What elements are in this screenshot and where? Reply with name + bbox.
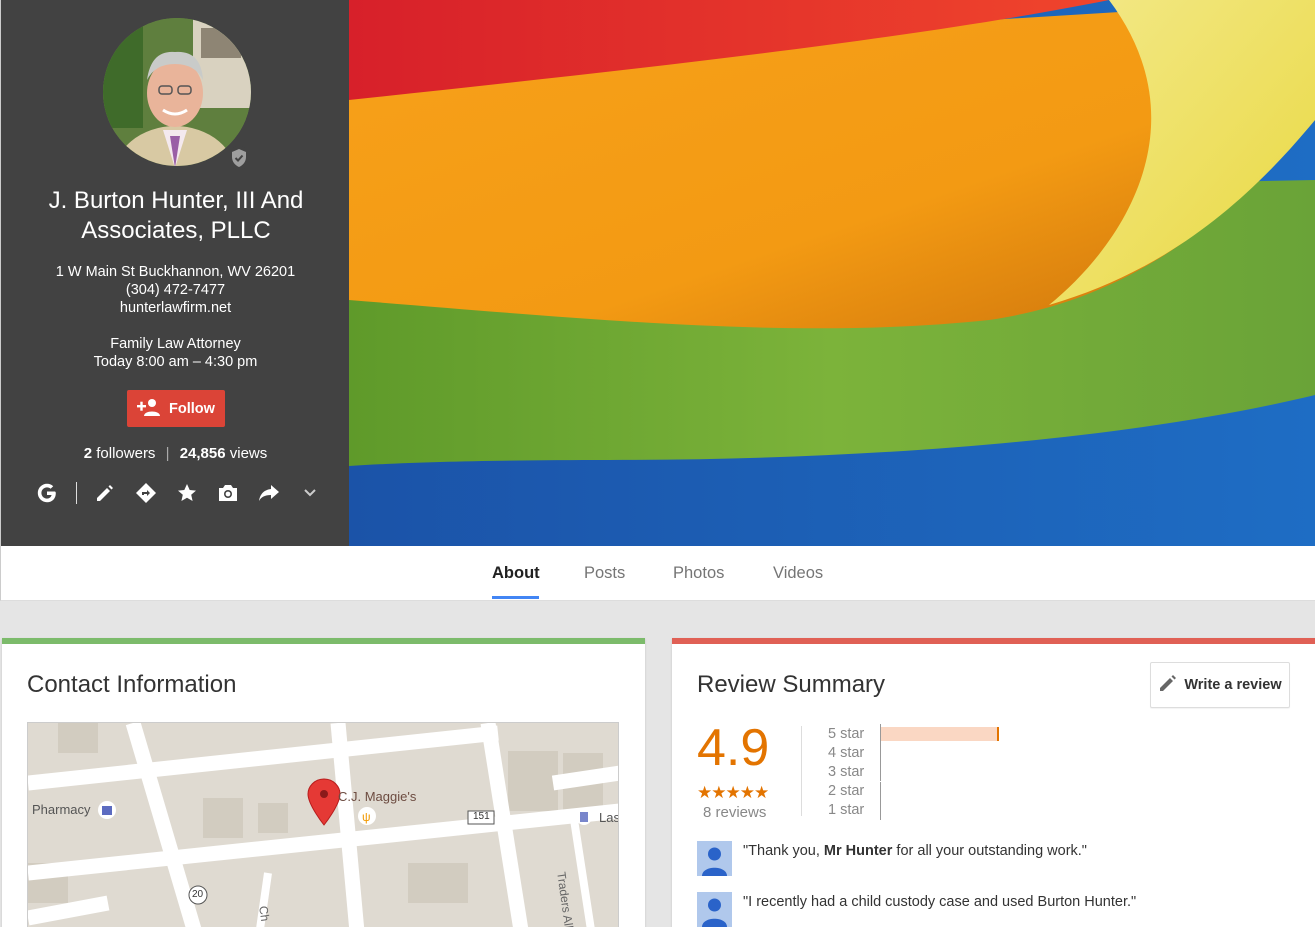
tab-photos[interactable]: Photos: [673, 564, 724, 583]
rating-label: 3 star: [828, 763, 865, 780]
review-quote: "Thank you, Mr Hunter for all your outst…: [743, 843, 1087, 859]
share-icon[interactable]: [255, 479, 283, 507]
review-snippet[interactable]: "I recently had a child custody case and…: [697, 892, 1136, 927]
followers-label[interactable]: followers: [96, 445, 155, 462]
active-tab-indicator: [492, 596, 539, 599]
directions-icon[interactable]: [132, 479, 160, 507]
business-address[interactable]: 1 W Main St Buckhannon, WV 26201: [1, 263, 350, 281]
map-label-las[interactable]: Las: [599, 810, 618, 825]
profile-stats: 2 followers | 24,856 views: [1, 445, 350, 462]
rating-row-1[interactable]: 1 star: [828, 800, 1040, 820]
profile-avatar[interactable]: [103, 18, 251, 166]
tab-bar: About Posts Photos Videos: [0, 546, 1315, 601]
rating-bar: [880, 762, 1040, 782]
rating-bar: [880, 781, 1040, 801]
rating-label: 1 star: [828, 802, 865, 819]
profile-header: J. Burton Hunter, III And Associates, PL…: [0, 0, 1315, 546]
business-phone[interactable]: (304) 472-7477: [1, 281, 350, 299]
location-map[interactable]: ψ Pharmacy C.J. Maggie's 151 20 Las Trad…: [27, 722, 619, 927]
tab-about[interactable]: About: [492, 564, 540, 583]
follow-label: Follow: [169, 400, 215, 417]
average-rating: 4.9: [697, 719, 770, 777]
business-website[interactable]: hunterlawfirm.net: [1, 299, 350, 317]
profile-panel: J. Burton Hunter, III And Associates, PL…: [0, 0, 349, 546]
rating-bar: [880, 743, 1040, 763]
rating-bar-fill: [881, 727, 1000, 742]
review-snippet[interactable]: "Thank you, Mr Hunter for all your outst…: [697, 841, 1087, 876]
contact-title: Contact Information: [27, 671, 237, 698]
camera-icon[interactable]: [214, 479, 242, 507]
review-quote: "I recently had a child custody case and…: [743, 894, 1137, 910]
review-count[interactable]: 8 reviews: [703, 804, 766, 821]
followers-count: 2: [83, 445, 93, 462]
add-person-icon: [137, 398, 161, 420]
map-label-pharmacy[interactable]: Pharmacy: [32, 802, 91, 817]
rating-divider: [801, 726, 802, 816]
tab-videos[interactable]: Videos: [773, 564, 823, 583]
reviewer-avatar-icon: [697, 892, 732, 927]
rating-row-2[interactable]: 2 star: [828, 781, 1040, 801]
map-label-place[interactable]: C.J. Maggie's: [338, 789, 416, 804]
google-icon[interactable]: [33, 479, 61, 507]
actions-divider: [76, 482, 77, 504]
rating-bar: [880, 724, 1040, 744]
contact-card: Contact Information ψ Pharmacy C.J. Magg…: [2, 638, 645, 927]
rating-label: 2 star: [828, 783, 865, 800]
review-title: Review Summary: [697, 671, 886, 698]
rating-bar: [880, 800, 1040, 820]
rating-stars: ★★★★★: [697, 783, 769, 802]
profile-actions: [33, 479, 337, 507]
rating-row-5[interactable]: 5 star: [828, 724, 1040, 744]
stats-divider: |: [165, 445, 170, 462]
business-category: Family Law Attorney: [110, 336, 241, 352]
reviewer-avatar-icon: [697, 841, 732, 876]
review-card: Review Summary Write a review 4.9 ★★★★★ …: [672, 638, 1315, 927]
views-count: 24,856: [179, 445, 226, 462]
verified-badge-icon: [227, 146, 251, 170]
edit-icon[interactable]: [91, 479, 119, 507]
rating-label: 4 star: [828, 744, 865, 761]
chevron-down-icon[interactable]: [296, 479, 324, 507]
rating-label: 5 star: [828, 725, 865, 742]
pencil-icon: [1158, 673, 1178, 697]
write-review-button[interactable]: Write a review: [1150, 662, 1290, 708]
map-route-151: 151: [473, 811, 490, 822]
write-review-label: Write a review: [1184, 677, 1282, 693]
business-hours[interactable]: Today 8:00 am – 4:30 pm: [1, 353, 350, 371]
tab-posts[interactable]: Posts: [584, 564, 625, 583]
views-label: views: [229, 445, 268, 462]
rating-row-3[interactable]: 3 star: [828, 762, 1040, 782]
cover-photo[interactable]: [349, 0, 1315, 546]
rating-distribution: 5 star 4 star 3 star 2 star 1 star: [828, 724, 1040, 820]
map-street-ch: Ch: [256, 905, 273, 923]
rating-row-4[interactable]: 4 star: [828, 743, 1040, 763]
star-icon[interactable]: [173, 479, 201, 507]
svg-text:ψ: ψ: [362, 810, 371, 824]
business-name: J. Burton Hunter, III And Associates, PL…: [48, 187, 304, 244]
follow-button[interactable]: Follow: [127, 390, 225, 427]
map-route-20: 20: [192, 889, 204, 900]
